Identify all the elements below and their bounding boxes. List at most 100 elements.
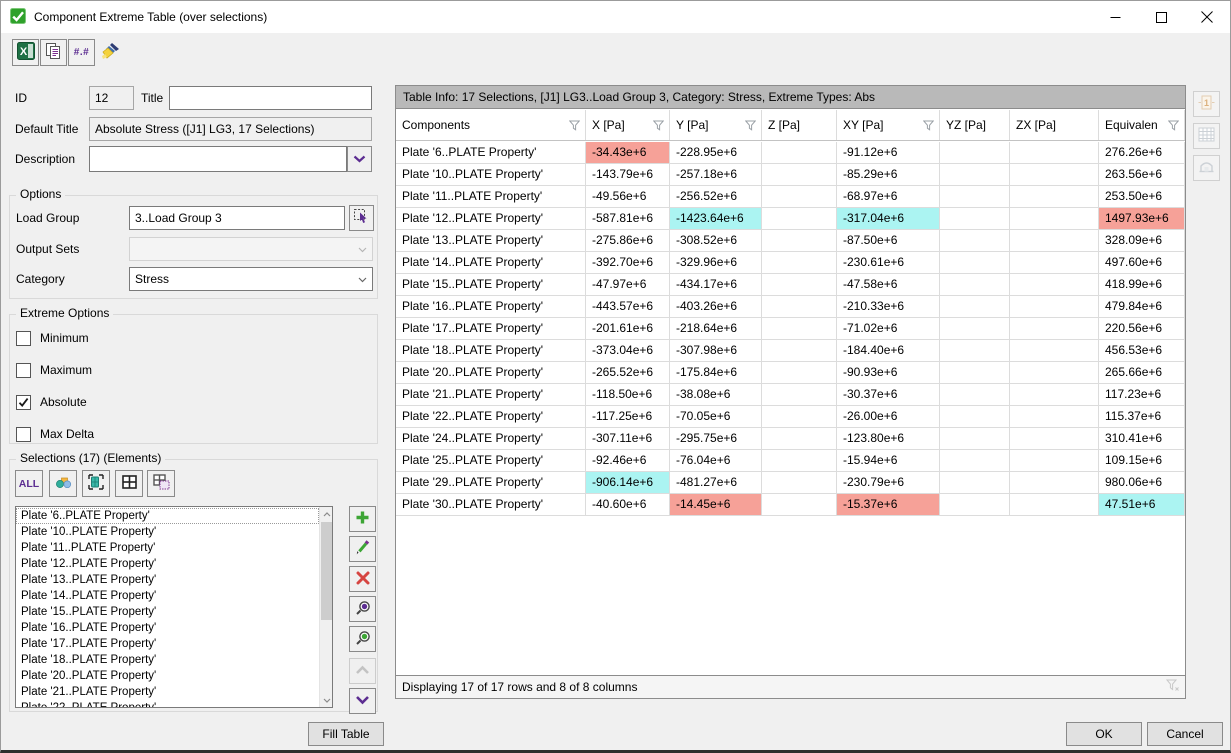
list-scrollbar[interactable] [319,507,332,707]
cell-xy[interactable]: -123.80e+6 [837,428,940,449]
cell-x[interactable]: -92.46e+6 [586,450,670,471]
checkbox-max-delta[interactable]: Max Delta [16,425,94,443]
cell-z[interactable] [762,186,837,207]
fill-table-button[interactable]: Fill Table [308,722,384,746]
cell-components[interactable]: Plate '11..PLATE Property' [396,186,586,207]
cell-yz[interactable] [940,274,1010,295]
cell-zx[interactable] [1010,318,1099,339]
select-by-property-button[interactable] [49,470,77,497]
checkbox-box[interactable] [16,363,31,378]
cell-equivalent[interactable]: 456.53e+6 [1099,340,1185,361]
cell-zx[interactable] [1010,384,1099,405]
cell-x[interactable]: -201.61e+6 [586,318,670,339]
cell-yz[interactable] [940,318,1010,339]
cell-yz[interactable] [940,164,1010,185]
table-row[interactable]: Plate '21..PLATE Property'-118.50e+6-38.… [396,384,1185,406]
maximize-button[interactable] [1138,1,1184,33]
description-expand-button[interactable] [347,146,372,172]
cell-yz[interactable] [940,208,1010,229]
cell-zx[interactable] [1010,406,1099,427]
cell-xy[interactable]: -71.02e+6 [837,318,940,339]
cell-zx[interactable] [1010,450,1099,471]
cell-components[interactable]: Plate '12..PLATE Property' [396,208,586,229]
table-row[interactable]: Plate '13..PLATE Property'-275.86e+6-308… [396,230,1185,252]
add-selection-button[interactable] [349,506,376,532]
cell-xy[interactable]: -30.37e+6 [837,384,940,405]
cell-y[interactable]: -403.26e+6 [670,296,762,317]
cell-z[interactable] [762,406,837,427]
cell-yz[interactable] [940,450,1010,471]
cell-x[interactable]: -40.60e+6 [586,494,670,515]
close-button[interactable] [1184,1,1230,33]
cell-zx[interactable] [1010,340,1099,361]
cell-equivalent[interactable]: 115.37e+6 [1099,406,1185,427]
cell-x[interactable]: -143.79e+6 [586,164,670,185]
cell-z[interactable] [762,296,837,317]
cell-xy[interactable]: -15.94e+6 [837,450,940,471]
grid-selection-button[interactable] [147,470,175,497]
checkbox-absolute[interactable]: Absolute [16,393,87,411]
cell-y[interactable]: -14.45e+6 [670,494,762,515]
cell-equivalent[interactable]: 253.50e+6 [1099,186,1185,207]
cell-z[interactable] [762,164,837,185]
list-item[interactable]: Plate '18..PLATE Property' [16,652,319,668]
cell-y[interactable]: -76.04e+6 [670,450,762,471]
cell-x[interactable]: -265.52e+6 [586,362,670,383]
scroll-up-icon[interactable] [320,507,333,521]
cell-components[interactable]: Plate '16..PLATE Property' [396,296,586,317]
cell-components[interactable]: Plate '30..PLATE Property' [396,494,586,515]
cell-x[interactable]: -392.70e+6 [586,252,670,273]
cell-components[interactable]: Plate '24..PLATE Property' [396,428,586,449]
cell-components[interactable]: Plate '18..PLATE Property' [396,340,586,361]
table-row[interactable]: Plate '10..PLATE Property'-143.79e+6-257… [396,164,1185,186]
cell-y[interactable]: -257.18e+6 [670,164,762,185]
filter-icon[interactable] [745,120,756,131]
cell-yz[interactable] [940,340,1010,361]
cell-xy[interactable]: -47.58e+6 [837,274,940,295]
cell-zx[interactable] [1010,296,1099,317]
minimize-button[interactable] [1092,1,1138,33]
cell-xy[interactable]: -15.37e+6 [837,494,940,515]
cell-yz[interactable] [940,472,1010,493]
cell-equivalent[interactable]: 220.56e+6 [1099,318,1185,339]
cell-y[interactable]: -481.27e+6 [670,472,762,493]
cell-equivalent[interactable]: 47.51e+6 [1099,494,1185,515]
cell-z[interactable] [762,230,837,251]
list-item[interactable]: Plate '10..PLATE Property' [16,524,319,540]
cell-zx[interactable] [1010,208,1099,229]
column-header-yz[interactable]: YZ [Pa] [940,110,1010,140]
cell-equivalent[interactable]: 980.06e+6 [1099,472,1185,493]
load-group-field[interactable]: 3..Load Group 3 [129,206,345,230]
table-row[interactable]: Plate '22..PLATE Property'-117.25e+6-70.… [396,406,1185,428]
filter-icon[interactable] [569,120,580,131]
number-format-button[interactable]: #.# [68,39,95,66]
preview-selection-button[interactable] [349,626,376,652]
filter-icon[interactable] [923,120,934,131]
delete-selection-button[interactable] [349,566,376,592]
cell-z[interactable] [762,318,837,339]
format-brush-button[interactable] [98,41,122,65]
cell-z[interactable] [762,494,837,515]
cell-y[interactable]: -308.52e+6 [670,230,762,251]
column-header-z[interactable]: Z [Pa] [762,110,837,140]
cell-x[interactable]: -118.50e+6 [586,384,670,405]
cell-components[interactable]: Plate '6..PLATE Property' [396,142,586,163]
list-item[interactable]: Plate '17..PLATE Property' [16,636,319,652]
checkbox-box[interactable] [16,331,31,346]
cell-equivalent[interactable]: 418.99e+6 [1099,274,1185,295]
cell-y[interactable]: -1423.64e+6 [670,208,762,229]
cell-xy[interactable]: -26.00e+6 [837,406,940,427]
description-input[interactable] [89,146,347,172]
cell-x[interactable]: -373.04e+6 [586,340,670,361]
column-header-y[interactable]: Y [Pa] [670,110,762,140]
cell-y[interactable]: -307.98e+6 [670,340,762,361]
table-row[interactable]: Plate '16..PLATE Property'-443.57e+6-403… [396,296,1185,318]
cell-components[interactable]: Plate '10..PLATE Property' [396,164,586,185]
cell-yz[interactable] [940,384,1010,405]
list-item[interactable]: Plate '21..PLATE Property' [16,684,319,700]
cell-equivalent[interactable]: 1497.93e+6 [1099,208,1185,229]
cell-zx[interactable] [1010,428,1099,449]
table-row[interactable]: Plate '15..PLATE Property'-47.97e+6-434.… [396,274,1185,296]
cell-equivalent[interactable]: 328.09e+6 [1099,230,1185,251]
cell-z[interactable] [762,362,837,383]
